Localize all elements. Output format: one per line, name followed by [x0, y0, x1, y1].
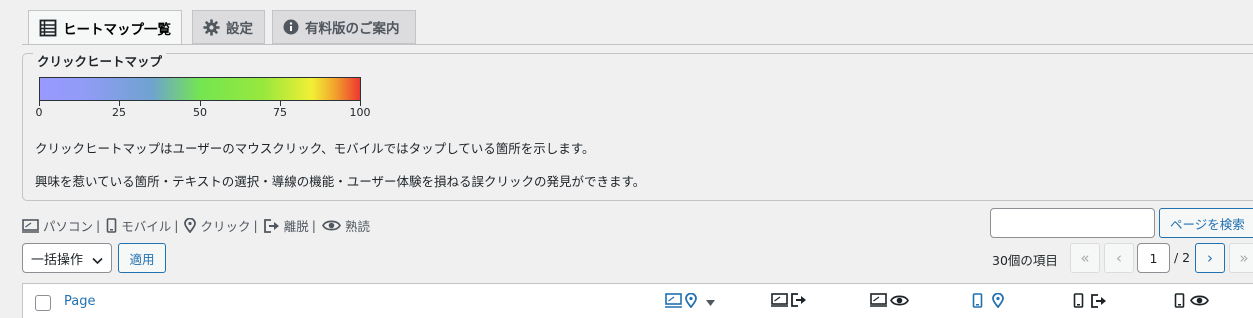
desktop-icon [665, 293, 682, 312]
bulk-actions-select[interactable]: 一括操作 [22, 243, 112, 273]
tab-label: 有料版のご案内 [305, 21, 400, 37]
mobile-icon [1174, 293, 1185, 312]
filter-reading[interactable]: 熟読 [345, 216, 370, 235]
filter-separator: | [174, 218, 179, 233]
next-page-button[interactable]: › [1195, 243, 1225, 273]
scale-label: 100 [349, 106, 371, 119]
mobile-icon [1073, 293, 1084, 312]
chevron-down-icon [92, 254, 103, 269]
exit-icon [1091, 293, 1107, 312]
column-desktop-click[interactable] [665, 292, 715, 312]
legend-title: クリックヒートマップ [33, 51, 167, 70]
eye-icon [321, 219, 341, 232]
search-input[interactable] [990, 208, 1155, 238]
table-header: Page [22, 283, 1253, 318]
desktop-icon [22, 218, 39, 233]
tab-divider [22, 44, 1253, 45]
item-count: 30個の項目 [992, 253, 1058, 268]
total-pages: / 2 [1174, 250, 1191, 265]
filter-click[interactable]: クリック [200, 216, 250, 235]
current-page-input[interactable]: 1 [1137, 243, 1170, 273]
select-all-checkbox[interactable] [35, 295, 51, 311]
scale-label: 50 [193, 106, 207, 119]
column-mobile-click[interactable] [972, 292, 1004, 312]
tab-label: ヒートマップ一覧 [63, 21, 171, 38]
desktop-icon [771, 293, 788, 311]
mobile-icon [972, 293, 983, 312]
column-mobile-reading[interactable] [1174, 293, 1209, 312]
last-page-button[interactable]: » [1229, 243, 1253, 273]
tab-heatmap-list[interactable]: ヒートマップ一覧 [28, 10, 182, 45]
info-icon [283, 19, 299, 35]
legend-description: クリックヒートマップはユーザーのマウスクリック、モバイルではタップしている箇所を… [35, 141, 595, 156]
sort-down-icon [706, 295, 715, 310]
list-icon [39, 19, 57, 37]
column-mobile-exit[interactable] [1073, 293, 1107, 312]
eye-icon [890, 294, 909, 311]
location-pin-icon [992, 292, 1004, 312]
tab-settings[interactable]: 設定 [192, 10, 265, 44]
scale-label: 25 [112, 106, 126, 119]
scale-label: 75 [273, 106, 287, 119]
column-page[interactable]: Page [64, 294, 95, 309]
apply-button[interactable]: 適用 [118, 243, 166, 273]
legend-description: 興味を惹いている箇所・テキストの選択・導線の機能・ユーザー体験を損ねる誤クリック… [35, 174, 646, 189]
filter-separator: | [253, 218, 258, 233]
filter-exit[interactable]: 離脱 [284, 216, 309, 235]
exit-icon [263, 218, 280, 233]
column-desktop-exit[interactable] [771, 293, 807, 311]
location-pin-icon [184, 218, 197, 233]
desktop-icon [870, 293, 887, 311]
heatmap-gradient-bar [39, 77, 361, 101]
column-desktop-reading[interactable] [870, 293, 909, 311]
eye-icon [1190, 294, 1209, 311]
search-pages-button[interactable]: ページを検索 [1159, 208, 1253, 238]
exit-icon [791, 293, 807, 311]
mobile-icon [106, 218, 117, 233]
filter-separator: | [311, 218, 316, 233]
filter-mobile[interactable]: モバイル [121, 216, 171, 235]
gear-icon [203, 18, 220, 36]
scale-label: 0 [35, 106, 43, 119]
first-page-button[interactable]: « [1070, 243, 1100, 273]
view-filter-bar: パソコン | モバイル | クリック | 離脱 | 熟読 [22, 216, 370, 235]
prev-page-button[interactable]: ‹ [1104, 243, 1134, 273]
location-pin-icon [685, 292, 697, 312]
filter-desktop[interactable]: パソコン [43, 216, 93, 235]
tab-paid-version[interactable]: 有料版のご案内 [272, 10, 416, 44]
filter-separator: | [96, 218, 101, 233]
bulk-actions-value: 一括操作 [31, 252, 84, 268]
tab-label: 設定 [226, 21, 253, 37]
